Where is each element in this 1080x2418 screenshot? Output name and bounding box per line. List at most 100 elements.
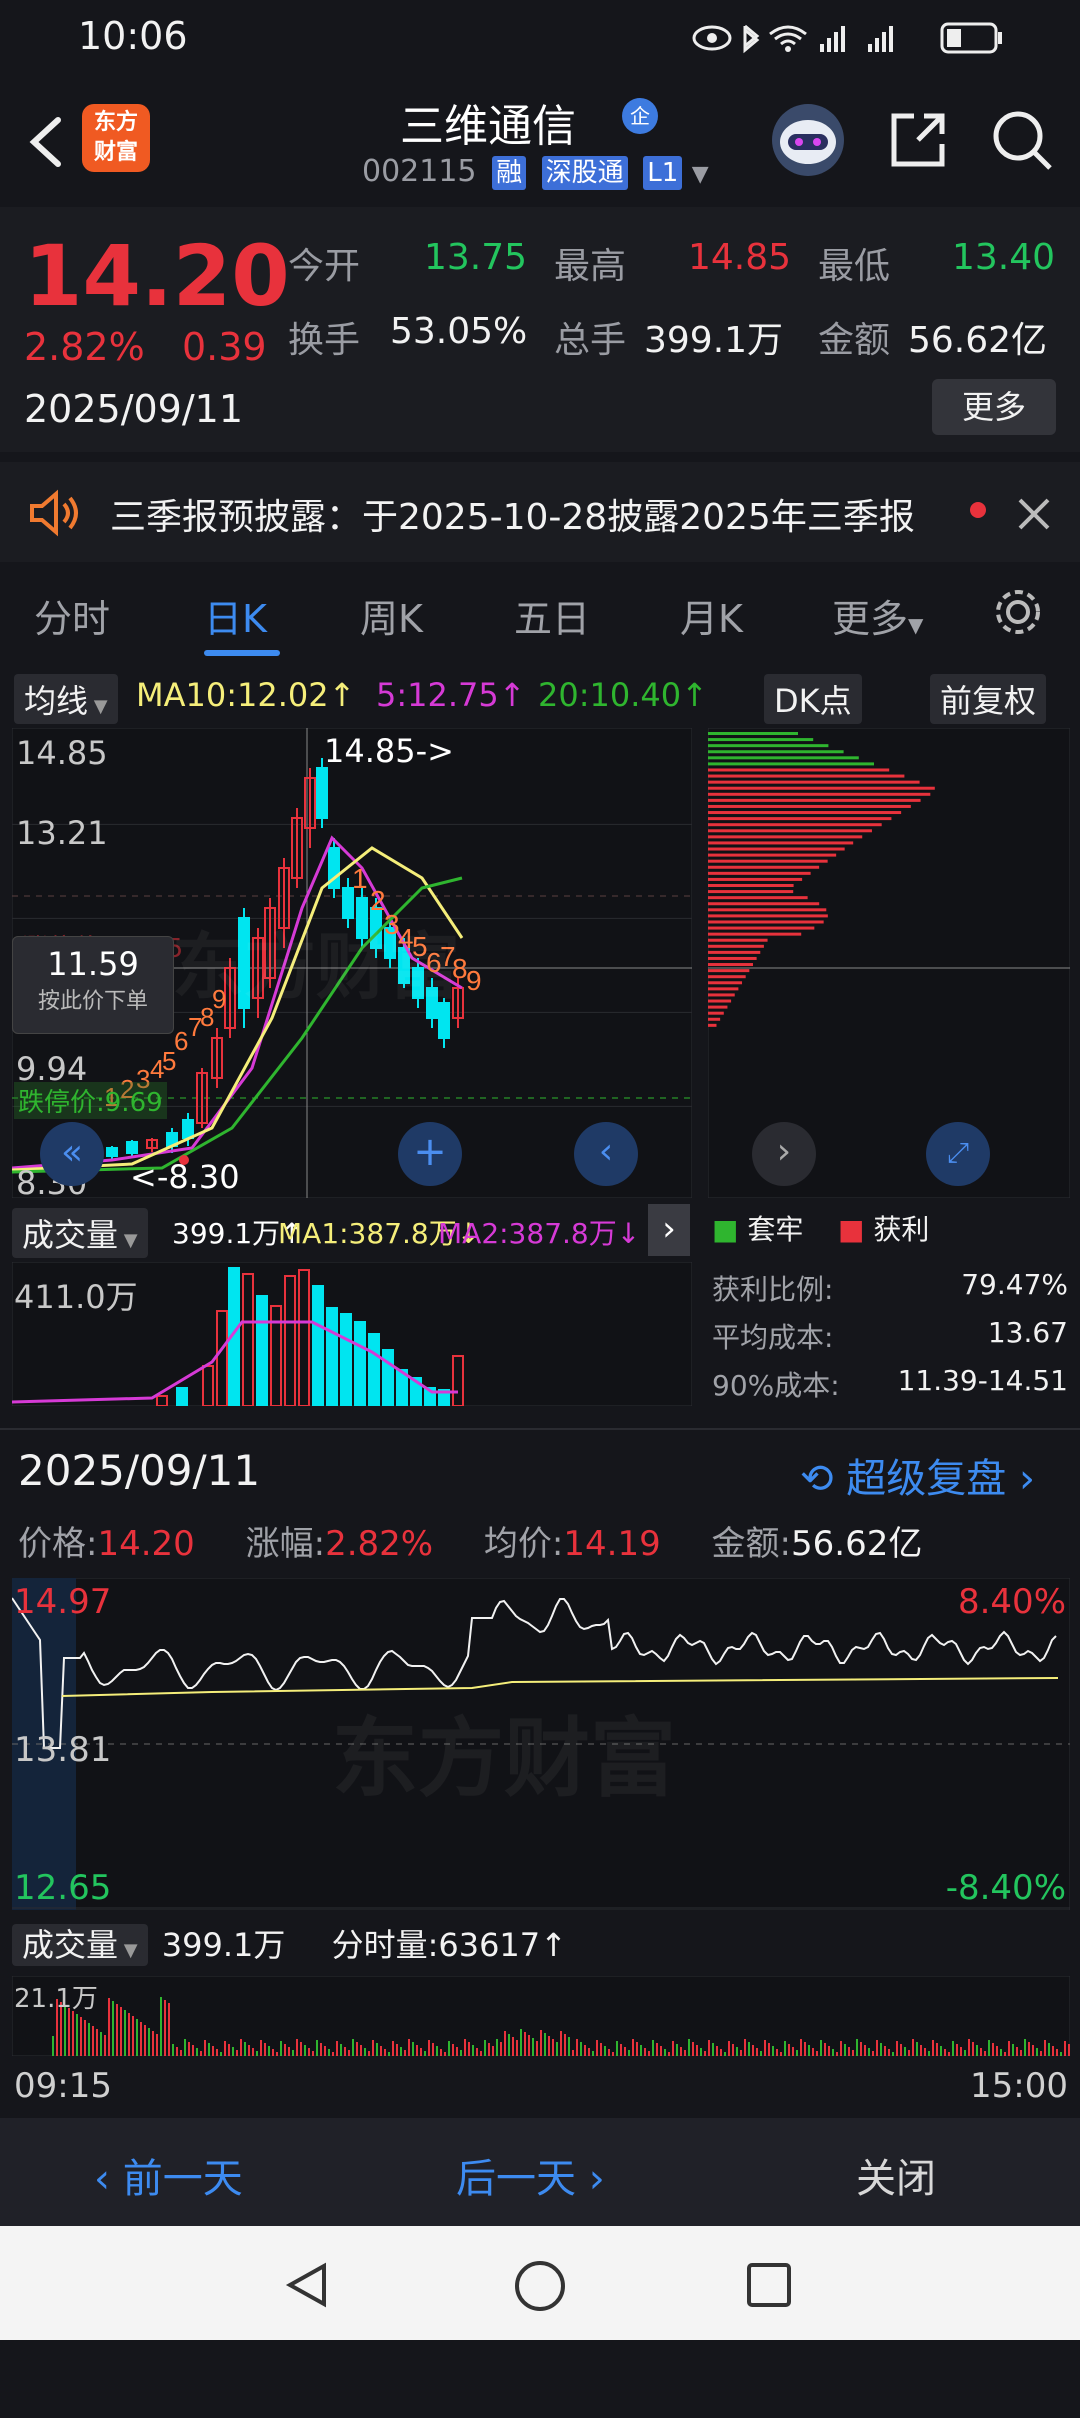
volume-bar-13 <box>354 1321 366 1406</box>
chip-bar-41 <box>708 981 743 985</box>
intraday-volume-chart[interactable]: 21.1万 <box>12 1976 1070 2056</box>
ivol-bar-77 <box>360 2045 362 2056</box>
ivol-bar-198 <box>844 2044 846 2056</box>
prev-day-button[interactable]: ‹ 前一天 <box>94 2146 243 2204</box>
nav-recents-icon[interactable] <box>744 2260 794 2310</box>
chip-bar-11 <box>708 798 921 802</box>
ivol-bar-142 <box>620 2044 622 2056</box>
ivol-bar-133 <box>584 2045 586 2056</box>
intraday-volume-canvas <box>12 1976 1070 2056</box>
replay-avg: 14.19 <box>563 1524 661 1564</box>
ivol-bar-179 <box>768 2043 770 2056</box>
ivol-bar-69 <box>328 2049 330 2056</box>
tab-five-day[interactable]: 五日 <box>514 588 590 643</box>
expand-icon[interactable]: ⤢ <box>926 1122 990 1186</box>
chip-bar-33 <box>708 932 802 936</box>
nav-home-icon[interactable] <box>512 2258 568 2314</box>
ivol-bar-51 <box>256 2051 258 2056</box>
super-replay-label: 超级复盘 <box>846 1456 1007 1502</box>
ivol-bar-97 <box>440 2049 442 2056</box>
replay-info-row: 价格:14.20 涨幅:2.82% 均价:14.19 金额:56.62亿 <box>18 1516 922 1565</box>
price-cursor-label[interactable]: 11.59 按此价下单 <box>12 936 174 1034</box>
ivol-bar-248 <box>1044 2040 1046 2056</box>
chip-bg <box>708 728 1070 1198</box>
title-bar: 东方 财富 三维通信 企 002115 融 深股通 L1 ▼ <box>0 72 1080 207</box>
speaker-icon <box>30 489 78 537</box>
intraday-volume-selector[interactable]: 成交量 ▼ <box>12 1924 148 1966</box>
cursor-price: 11.59 <box>47 945 139 983</box>
chip-distribution[interactable]: › ⤢ ■ 套牢 ■ 获利 <box>708 728 1070 1246</box>
ivol-bar-149 <box>648 2051 650 2056</box>
status-bar: 10:06 <box>0 0 1080 72</box>
dk-point-selector[interactable]: DK点 <box>764 674 862 724</box>
volume-selector[interactable]: 成交量 ▼ <box>12 1208 148 1258</box>
expand-side-button[interactable]: › <box>648 1204 690 1256</box>
intraday-chart[interactable]: 14.97 13.81 12.65 8.40% -8.40% 东方财富 <box>12 1578 1070 1910</box>
tab-more[interactable]: 更多▼ <box>832 588 923 643</box>
search-icon[interactable] <box>988 106 1056 174</box>
scroll-left-button[interactable]: ‹ <box>574 1122 638 1186</box>
ivol-bar-7 <box>80 2017 82 2056</box>
ivol-bar-182 <box>780 2052 782 2056</box>
ivol-bar-31 <box>176 2047 178 2056</box>
ivol-bar-184 <box>788 2044 790 2056</box>
ivol-bar-108 <box>484 2040 486 2056</box>
ivol-bar-194 <box>828 2046 830 2056</box>
back-arrow-icon[interactable] <box>18 102 78 182</box>
ivol-bar-8 <box>84 2020 86 2056</box>
settings-gear-icon[interactable] <box>990 584 1046 640</box>
kline-high-marker: 14.85-> <box>324 732 454 770</box>
ivol-bar-127 <box>560 2031 562 2056</box>
adjust-selector[interactable]: 前复权 <box>930 674 1047 724</box>
kline-low-marker: <-8.30 <box>130 1158 240 1196</box>
ivol-bar-235 <box>992 2043 994 2056</box>
ivol-bar-82 <box>380 2046 382 2056</box>
ivol-bar-65 <box>312 2051 314 2056</box>
chevron-right-icon: › <box>1018 1456 1035 1502</box>
ivol-bar-199 <box>848 2047 850 2056</box>
tab-monthly-k[interactable]: 月K <box>680 588 743 643</box>
trapped-swatch: ■ <box>712 1213 739 1246</box>
tab-weekly-k[interactable]: 周K <box>360 588 423 643</box>
watermark: 东方财富 <box>172 925 461 1009</box>
tab-intraday[interactable]: 分时 <box>34 588 110 643</box>
super-replay-link[interactable]: ⟲ 超级复盘 › <box>800 1446 1035 1504</box>
tab-daily-k[interactable]: 日K <box>204 588 267 643</box>
ivol-bar-205 <box>872 2051 874 2056</box>
chip-bar-42 <box>708 987 739 991</box>
ivol-bar-33 <box>184 2039 186 2056</box>
seq-label-1: 1 <box>352 863 368 894</box>
ivol-bar-28 <box>164 2000 166 2056</box>
dropdown-icon: ▼ <box>691 162 709 187</box>
volume-chart[interactable]: 411.0万 <box>12 1262 692 1406</box>
share-icon[interactable] <box>884 106 952 174</box>
ivol-bar-234 <box>988 2040 990 2056</box>
notice-bar[interactable]: 三季报预披露：于2025-10-28披露2025年三季报 <box>0 462 1080 562</box>
more-button[interactable]: 更多 <box>932 379 1056 435</box>
chip-bar-18 <box>708 841 854 845</box>
close-icon[interactable] <box>1016 496 1052 532</box>
next-day-button[interactable]: 后一天 › <box>456 2146 605 2204</box>
chip-bar-0 <box>708 732 798 735</box>
ivol-bar-189 <box>808 2045 810 2056</box>
ivol-bar-104 <box>468 2042 470 2056</box>
ivol-bar-34 <box>188 2042 190 2056</box>
chip-next-button[interactable]: › <box>752 1122 816 1186</box>
ivol-bar-181 <box>776 2049 778 2056</box>
chip-bar-15 <box>708 823 882 827</box>
stock-code-row[interactable]: 002115 融 深股通 L1 ▼ <box>362 154 709 190</box>
ivol-bar-100 <box>452 2044 454 2056</box>
scroll-start-button[interactable]: « <box>40 1122 104 1186</box>
kline-chart[interactable]: 123456789123456789 14.85 13.21 9.94 8.30… <box>12 728 692 1202</box>
chip-bar-27 <box>708 896 808 900</box>
robot-assistant-icon[interactable] <box>768 100 848 180</box>
ma-selector[interactable]: 均线 ▼ <box>14 674 118 724</box>
ivol-bar-119 <box>528 2035 530 2056</box>
ivol-bar-6 <box>76 2014 78 2056</box>
battery-icon <box>940 22 1002 54</box>
close-button[interactable]: 关闭 <box>856 2146 936 2204</box>
nav-back-icon[interactable] <box>282 2260 332 2310</box>
ivol-bar-136 <box>596 2040 598 2056</box>
zoom-in-button[interactable]: + <box>398 1122 462 1186</box>
chevron-right-icon: › <box>576 2156 605 2202</box>
